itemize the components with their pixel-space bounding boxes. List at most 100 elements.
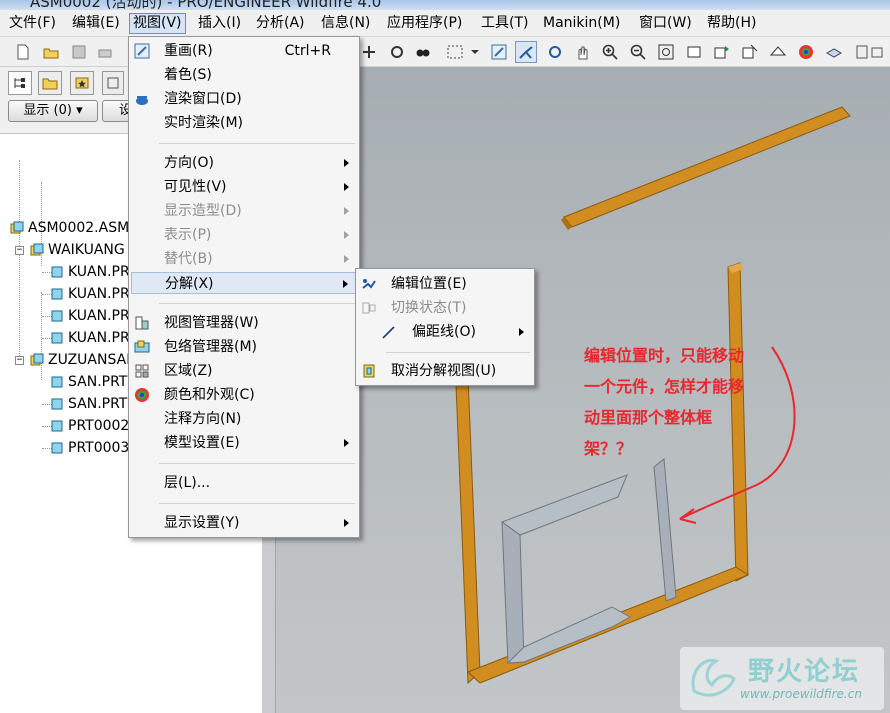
assembly-icon xyxy=(10,221,24,234)
spin-center-icon[interactable] xyxy=(515,41,537,63)
watermark-logo-icon xyxy=(691,658,736,697)
frame-left-post[interactable] xyxy=(455,375,481,685)
menu-item-annotation-orientation[interactable]: 注释方向(N) xyxy=(131,408,357,430)
inner-frame-part[interactable] xyxy=(500,458,677,664)
watermark-title: 野火论坛 xyxy=(748,657,861,687)
tab-model-tree[interactable] xyxy=(8,71,32,95)
menu-item-realtime-render[interactable]: 实时渲染(M) xyxy=(131,112,357,134)
tab-connections[interactable] xyxy=(102,71,124,95)
menu-item-shade[interactable]: 着色(S) xyxy=(131,64,357,86)
submenu-arrow-icon xyxy=(344,207,349,215)
regenerate-icon[interactable] xyxy=(358,41,380,63)
menu-info[interactable]: 信息(N) xyxy=(318,13,373,34)
envelope-manager-icon xyxy=(134,340,150,353)
annotation-text: 编辑位置时，只能移动 一个元件，怎样才能移 动里面那个整体框 架？？ xyxy=(584,340,774,464)
reorient-icon[interactable] xyxy=(711,41,733,63)
menu-help[interactable]: 帮助(H) xyxy=(704,13,759,34)
chevron-down-icon[interactable] xyxy=(470,41,480,63)
repaint-icon[interactable] xyxy=(488,41,510,63)
offset-line-icon xyxy=(382,326,395,339)
part-icon xyxy=(51,376,63,388)
menu-bar: 文件(F) 编辑(E) 视图(V) 插入(I) 分析(A) 信息(N) 应用程序… xyxy=(0,10,890,37)
assembly-icon xyxy=(30,353,44,366)
submenu-arrow-icon xyxy=(519,328,524,336)
unexplode-view-icon xyxy=(363,364,375,378)
tree-item-label: KUAN.PRT xyxy=(68,308,138,324)
menu-item-display-style: 显示造型(D) xyxy=(131,200,357,222)
frame-top-bar[interactable] xyxy=(561,106,851,230)
zoom-in-icon[interactable] xyxy=(599,41,621,63)
tab-favorites[interactable] xyxy=(70,71,94,95)
open-folder-icon[interactable] xyxy=(40,41,62,63)
annotation-line: 架？？ xyxy=(584,439,633,458)
menu-item-unexplode-view[interactable]: 取消分解视图(U) xyxy=(358,360,532,382)
assembly-icon xyxy=(30,243,44,256)
annotation-line: 编辑位置时，只能移动 xyxy=(584,346,745,365)
tree-item-label: WAIKUANG xyxy=(48,242,125,258)
menu-tools[interactable]: 工具(T) xyxy=(478,13,531,34)
menu-manikin[interactable]: Manikin(M) xyxy=(540,13,623,34)
menu-analysis[interactable]: 分析(A) xyxy=(253,13,308,34)
favorites-icon xyxy=(75,77,89,89)
find-icon[interactable] xyxy=(412,41,434,63)
part-icon xyxy=(51,332,63,344)
collapse-toggle[interactable]: − xyxy=(15,356,24,365)
tree-item-label: SAN.PRT xyxy=(68,374,128,390)
menu-item-edit-position[interactable]: 编辑位置(E) xyxy=(358,273,532,295)
saved-views-icon[interactable] xyxy=(683,41,705,63)
pan-hand-icon[interactable] xyxy=(572,41,594,63)
menu-separator xyxy=(159,303,355,304)
menu-item-repaint[interactable]: 重画(R) Ctrl+R xyxy=(131,40,357,62)
submenu-arrow-icon xyxy=(344,439,349,447)
menu-item-layers[interactable]: 层(L)... xyxy=(131,472,357,494)
menu-item-visibility[interactable]: 可见性(V) xyxy=(131,176,357,198)
orient-mode-icon[interactable] xyxy=(544,41,566,63)
menu-item-color-appearance[interactable]: 颜色和外观(C) xyxy=(131,384,357,406)
print-icon[interactable] xyxy=(94,41,116,63)
collapse-toggle[interactable]: − xyxy=(15,246,24,255)
connection-icon xyxy=(107,77,119,89)
zoom-out-icon[interactable] xyxy=(627,41,649,63)
view-menu-dropdown: 重画(R) Ctrl+R 着色(S) 渲染窗口(D) 实时渲染(M) 方向(O)… xyxy=(128,36,360,538)
menu-item-zone[interactable]: 区域(Z) xyxy=(131,360,357,382)
menu-item-representation: 表示(P) xyxy=(131,224,357,246)
tree-item-label: KUAN.PRT xyxy=(68,286,138,302)
menu-item-offset-line[interactable]: 偏距线(O) xyxy=(358,321,532,343)
menu-insert[interactable]: 插入(I) xyxy=(195,13,244,34)
shortcut-label: Ctrl+R xyxy=(284,43,331,59)
menu-item-orientation[interactable]: 方向(O) xyxy=(131,152,357,174)
spec-icon[interactable] xyxy=(739,41,761,63)
show-dropdown-button[interactable]: 显示 (0) ▾ xyxy=(8,100,98,122)
tree-item-label: ASM0002.ASM xyxy=(28,220,130,236)
watermark-url: www.proewildfire.cn xyxy=(740,687,862,701)
save-icon[interactable] xyxy=(68,41,90,63)
regen-manager-icon[interactable] xyxy=(386,41,408,63)
refit-icon[interactable] xyxy=(655,41,677,63)
layers-icon[interactable] xyxy=(823,41,845,63)
menu-separator xyxy=(386,352,530,353)
annotation-line: 一个元件，怎样才能移 xyxy=(584,377,745,396)
menu-item-view-manager[interactable]: 视图管理器(W) xyxy=(131,312,357,334)
tab-folder-browser[interactable] xyxy=(38,71,62,95)
appearance-gallery-icon[interactable] xyxy=(795,41,817,63)
part-icon xyxy=(51,288,63,300)
menu-item-model-setup[interactable]: 模型设置(E) xyxy=(131,432,357,454)
display-style-icon[interactable] xyxy=(767,41,789,63)
submenu-arrow-icon xyxy=(343,280,348,288)
render-window-icon xyxy=(136,96,148,105)
menu-edit[interactable]: 编辑(E) xyxy=(69,13,123,34)
menu-item-envelope-manager[interactable]: 包络管理器(M) xyxy=(131,336,357,358)
new-file-icon[interactable] xyxy=(12,41,34,63)
window-icon[interactable] xyxy=(866,41,888,63)
menu-item-render-window[interactable]: 渲染窗口(D) xyxy=(131,88,357,110)
selection-box-icon[interactable] xyxy=(440,41,470,63)
part-icon xyxy=(51,442,63,454)
menu-separator xyxy=(159,503,355,504)
menu-item-explode[interactable]: 分解(X) xyxy=(131,272,357,294)
menu-file[interactable]: 文件(F) xyxy=(6,13,59,34)
menu-item-display-settings[interactable]: 显示设置(Y) xyxy=(131,512,357,534)
menu-view[interactable]: 视图(V) xyxy=(129,13,186,34)
menu-window[interactable]: 窗口(W) xyxy=(636,13,695,34)
menu-applications[interactable]: 应用程序(P) xyxy=(384,13,465,34)
window-title: ASM0002 (活动的) - PRO/ENGINEER Wildfire 4.… xyxy=(30,0,382,10)
